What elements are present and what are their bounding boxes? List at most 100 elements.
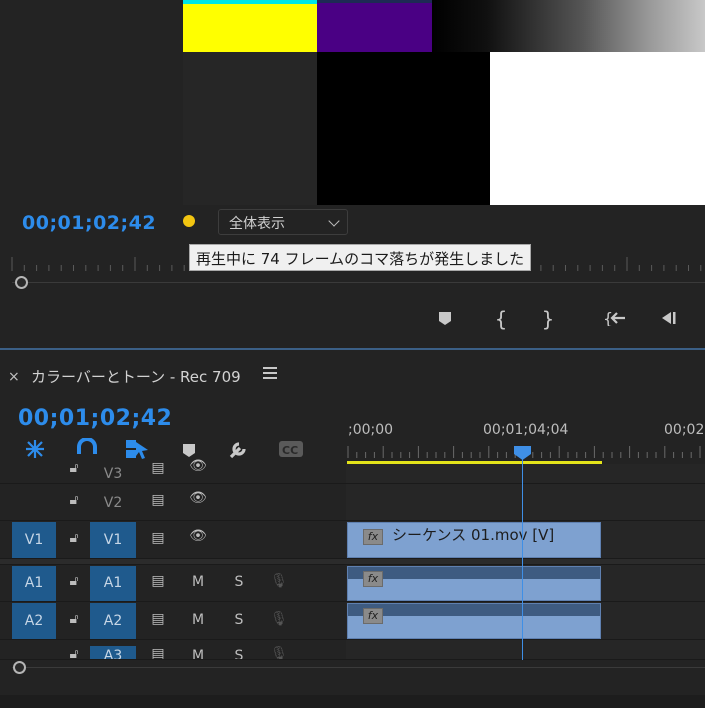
add-marker-icon	[183, 444, 195, 457]
svg-text:CC: CC	[282, 444, 298, 457]
target-track-v1[interactable]: V1	[90, 522, 136, 558]
magnet-icon	[77, 437, 97, 454]
target-track-v2[interactable]: V2	[90, 493, 136, 513]
track-area-a3[interactable]	[346, 640, 705, 660]
playhead-handle[interactable]	[514, 446, 531, 460]
track-header-a2: A2 🔓︎ A2 ▤ M S 🎙︎	[0, 602, 346, 640]
scroll-track	[12, 282, 705, 283]
gradient-bar	[432, 0, 705, 52]
captions-icon: CC	[279, 441, 303, 457]
target-track-a2[interactable]: A2	[90, 603, 136, 639]
sync-lock-icon[interactable]: ▤	[148, 460, 168, 476]
scroll-handle[interactable]	[13, 661, 26, 674]
solo-button[interactable]: S	[229, 612, 249, 628]
premiere-window: 00;01;02;42 全体表示 再生中に 74 フレームのコマ落ちが発生しまし…	[0, 0, 705, 708]
eye-icon[interactable]: 👁︎	[188, 490, 208, 506]
clip-header-band	[348, 567, 600, 579]
clip-header-band	[348, 604, 600, 616]
mute-button[interactable]: M	[188, 574, 208, 590]
white-block	[490, 52, 705, 205]
microphone-icon[interactable]: 🎙︎	[269, 573, 289, 589]
program-monitor: 00;01;02;42 全体表示 再生中に 74 フレームのコマ落ちが発生しまし…	[0, 0, 705, 348]
zoom-level-value: 全体表示	[229, 216, 285, 232]
ruler-label-start: ;00;00	[348, 422, 394, 438]
sync-lock-icon[interactable]: ▤	[148, 646, 168, 659]
sync-lock-icon[interactable]: ▤	[148, 573, 168, 589]
lock-icon[interactable]: 🔓︎	[64, 530, 84, 546]
target-track-a1[interactable]: A1	[90, 566, 136, 601]
close-icon[interactable]: ×	[8, 369, 20, 385]
target-track-a3[interactable]: A3	[90, 646, 136, 659]
mute-button[interactable]: M	[188, 648, 208, 659]
monitor-timecode[interactable]: 00;01;02;42	[22, 212, 156, 234]
audio-clip-a2[interactable]: fx	[347, 603, 601, 639]
go-to-in-button[interactable]: {	[600, 304, 630, 334]
zoom-level-select[interactable]: 全体表示	[218, 209, 348, 235]
lock-icon[interactable]: 🔓︎	[64, 573, 84, 589]
ruler-label-end: 00;02	[664, 422, 705, 438]
step-back-icon	[662, 312, 676, 324]
sync-lock-icon[interactable]: ▤	[148, 530, 168, 546]
track-header-a3: 🔓︎ A3 ▤ M S 🎙︎	[0, 640, 346, 660]
timeline-timecode[interactable]: 00;01;02;42	[18, 406, 172, 431]
mark-in-button[interactable]: {	[486, 304, 516, 334]
track-area-v3[interactable]	[346, 464, 705, 484]
timeline-footer	[0, 695, 705, 708]
video-clip[interactable]: fx シーケンス 01.mov [V]	[347, 522, 601, 558]
dropped-frame-indicator[interactable]	[183, 215, 195, 227]
monitor-scrollbar[interactable]	[12, 276, 705, 290]
sync-lock-icon[interactable]: ▤	[148, 492, 168, 508]
timeline-scrollbar[interactable]	[12, 661, 705, 675]
chevron-down-icon	[328, 215, 340, 227]
track-header-v1: V1 🔓︎ V1 ▤ 👁︎	[0, 521, 346, 559]
lock-icon[interactable]: 🔓︎	[64, 646, 84, 659]
eye-icon[interactable]: 👁︎	[188, 528, 208, 544]
microphone-icon[interactable]: 🎙︎	[269, 646, 289, 659]
source-patch-a1[interactable]: A1	[12, 566, 56, 601]
mute-button[interactable]: M	[188, 612, 208, 628]
linked-selection-button[interactable]	[124, 438, 150, 460]
track-area-v2[interactable]	[346, 484, 705, 521]
audio-clip-a1[interactable]: fx	[347, 566, 601, 601]
solo-button[interactable]: S	[229, 648, 249, 659]
step-back-button[interactable]	[653, 304, 683, 334]
ruler-label-mid: 00;01;04;04	[483, 422, 569, 438]
lock-icon[interactable]: 🔓︎	[64, 460, 84, 476]
linked-selection-icon	[126, 440, 148, 459]
settings-button[interactable]	[227, 438, 253, 460]
solo-button[interactable]: S	[229, 574, 249, 590]
scroll-track	[12, 667, 705, 668]
track-header-v3: 🔓︎ V3 ▤ 👁︎	[0, 458, 346, 484]
source-patch-a2[interactable]: A2	[12, 603, 56, 639]
microphone-icon[interactable]: 🎙︎	[269, 611, 289, 627]
lock-icon[interactable]: 🔓︎	[64, 611, 84, 627]
panel-menu-icon[interactable]	[263, 367, 277, 381]
eye-icon[interactable]: 👁︎	[188, 458, 208, 474]
black-block	[317, 52, 490, 205]
playhead-line[interactable]	[522, 446, 523, 660]
timeline-panel: × カラーバーとトーン - Rec 709 00;01;02;42 CC ;00…	[0, 350, 705, 708]
fx-badge[interactable]: fx	[363, 608, 383, 624]
purple-top-edge	[317, 0, 432, 3]
fx-badge[interactable]: fx	[363, 529, 383, 545]
fx-badge[interactable]: fx	[363, 571, 383, 587]
lock-icon[interactable]: 🔓︎	[64, 492, 84, 508]
magnet-button[interactable]	[75, 437, 101, 460]
yellow-bar	[183, 4, 317, 52]
captions-button[interactable]: CC	[278, 438, 304, 460]
dropped-frames-tooltip: 再生中に 74 フレームのコマ落ちが発生しました	[189, 244, 532, 271]
video-frame	[183, 0, 705, 205]
mark-in-icon: {	[494, 307, 508, 331]
source-patch-v1[interactable]: V1	[12, 522, 56, 558]
add-marker-tool-button[interactable]	[180, 438, 206, 460]
add-marker-button[interactable]	[430, 304, 460, 334]
scroll-handle[interactable]	[15, 276, 28, 289]
sequence-tab-title[interactable]: カラーバーとトーン - Rec 709	[31, 366, 241, 387]
snap-button[interactable]	[23, 438, 49, 460]
add-marker-icon	[439, 312, 451, 325]
mark-out-button[interactable]: }	[533, 304, 563, 334]
sync-lock-icon[interactable]: ▤	[148, 611, 168, 627]
go-to-in-icon: {	[603, 309, 625, 328]
target-track-v3[interactable]: V3	[90, 465, 136, 483]
track-header-a1: A1 🔓︎ A1 ▤ M S 🎙︎	[0, 565, 346, 602]
